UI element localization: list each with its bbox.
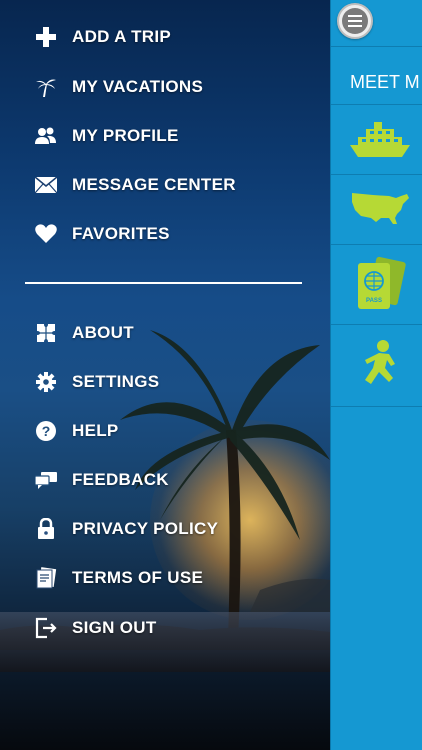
- panel-divider: [331, 406, 422, 407]
- panel-divider: [331, 244, 422, 245]
- menu-item-label: MY PROFILE: [72, 126, 179, 145]
- tile-activities[interactable]: [340, 330, 420, 402]
- usa-map-icon: [349, 188, 411, 233]
- panel-divider: [331, 174, 422, 175]
- svg-text:?: ?: [42, 423, 51, 439]
- people-icon: [35, 125, 57, 147]
- menu-item-label: FAVORITES: [72, 224, 170, 243]
- menu-item-settings[interactable]: SETTINGS: [0, 362, 330, 402]
- menu-item-terms-of-use[interactable]: TERMS OF USE: [0, 558, 330, 598]
- menu-item-label: TERMS OF USE: [72, 568, 204, 587]
- menu-item-add-a-trip[interactable]: ADD A TRIP: [0, 17, 330, 57]
- menu-toggle-button[interactable]: [337, 3, 373, 39]
- passport-icon: PASS: [354, 255, 406, 318]
- menu-item-label: PRIVACY POLICY: [72, 519, 219, 538]
- hamburger-icon: [342, 8, 368, 34]
- svg-text:PASS: PASS: [366, 298, 382, 304]
- menu-item-label: SETTINGS: [72, 372, 160, 391]
- envelope-icon: [35, 174, 57, 196]
- tile-cruises[interactable]: [340, 110, 420, 174]
- menu-item-label: FEEDBACK: [72, 470, 169, 489]
- question-icon: ?: [35, 420, 57, 442]
- menu-divider: [25, 282, 302, 284]
- panel-divider: [331, 324, 422, 325]
- tile-passport[interactable]: PASS: [340, 250, 420, 322]
- menu-item-sign-out[interactable]: SIGN OUT: [0, 608, 330, 648]
- menu-item-label: SIGN OUT: [72, 618, 157, 637]
- panel-title: MEET M: [350, 72, 420, 92]
- chat-bubbles-icon: [35, 469, 57, 491]
- menu-item-message-center[interactable]: MESSAGE CENTER: [0, 165, 330, 205]
- gear-icon: [35, 371, 57, 393]
- menu-item-my-profile[interactable]: MY PROFILE: [0, 116, 330, 156]
- panel-divider: [331, 46, 422, 47]
- menu-item-feedback[interactable]: FEEDBACK: [0, 460, 330, 500]
- plus-icon: [35, 26, 57, 48]
- tile-destinations[interactable]: [340, 178, 420, 242]
- running-figure-icon: [357, 338, 403, 395]
- menu-item-privacy-policy[interactable]: PRIVACY POLICY: [0, 509, 330, 549]
- sign-out-icon: [35, 617, 57, 639]
- menu-item-my-vacations[interactable]: MY VACATIONS: [0, 67, 330, 107]
- menu-item-about[interactable]: ABOUT: [0, 313, 330, 353]
- cruise-ship-icon: [348, 119, 412, 166]
- menu-item-label: HELP: [72, 421, 119, 440]
- heart-icon: [35, 223, 57, 245]
- document-icon: [35, 567, 57, 589]
- menu-item-label: MY VACATIONS: [72, 77, 204, 96]
- menu-item-help[interactable]: ? HELP: [0, 411, 330, 451]
- menu-item-label: ABOUT: [72, 323, 134, 342]
- menu-item-favorites[interactable]: FAVORITES: [0, 214, 330, 254]
- panel-divider: [331, 104, 422, 105]
- side-drawer: ADD A TRIP MY VACATIONS MY PROFILE MESSA…: [0, 0, 330, 750]
- puzzle-icon: [35, 322, 57, 344]
- menu-item-label: ADD A TRIP: [72, 27, 172, 46]
- lock-icon: [35, 518, 57, 540]
- palm-tree-icon: [35, 76, 57, 98]
- menu-item-label: MESSAGE CENTER: [72, 175, 236, 194]
